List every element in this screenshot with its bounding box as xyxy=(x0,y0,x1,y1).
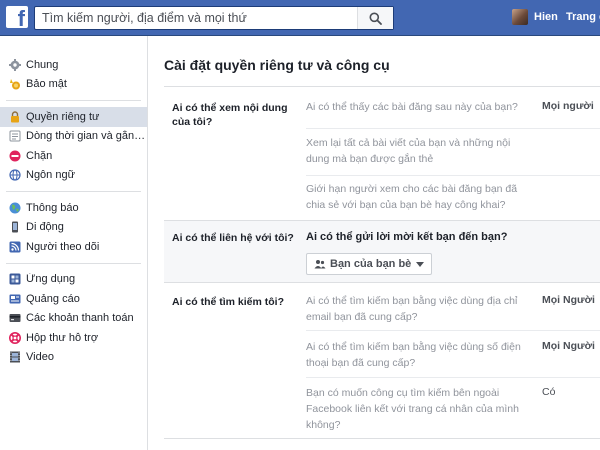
gear-icon xyxy=(9,58,21,71)
sidebar-item-ads[interactable]: Quảng cáo xyxy=(0,289,147,309)
sidebar-item-label: Chặn xyxy=(26,149,53,162)
sidebar-item-label: Ngôn ngữ xyxy=(26,169,75,182)
sidebar-item-label: Video xyxy=(26,351,54,364)
setting-row[interactable]: Giới hạn người xem cho các bài đăng bạn … xyxy=(306,181,600,217)
sidebar-divider xyxy=(6,191,141,192)
sidebar-divider xyxy=(6,262,141,264)
section-who-can-contact: Ai có thể liên hệ với tôi? Ai có thể gửi… xyxy=(164,221,600,283)
lock-icon xyxy=(9,111,21,123)
sidebar-item-label: Các khoản thanh toán xyxy=(26,312,134,325)
setting-question: Ai có thể thấy các bài đăng sau này của … xyxy=(306,101,518,113)
sidebar-item-label: Quảng cáo xyxy=(26,292,80,305)
home-link[interactable]: Trang chủ xyxy=(566,11,600,23)
setting-row[interactable]: Ai có thể tìm kiếm bạn bằng việc dùng đị… xyxy=(306,293,600,329)
sidebar-item-support-inbox[interactable]: Hộp thư hỗ trợ xyxy=(0,328,147,348)
setting-value[interactable]: Mọi Người xyxy=(542,340,595,352)
avatar[interactable] xyxy=(512,9,528,25)
film-icon xyxy=(9,351,21,363)
setting-question: Ai có thể gửi lời mời kết bạn đến bạn? xyxy=(306,231,508,243)
search-input[interactable] xyxy=(35,7,359,29)
setting-question: Xem lại tất cả bài viết của bạn và những… xyxy=(306,137,511,165)
sidebar-item-label: Bảo mật xyxy=(26,78,67,91)
top-bar: f Hien Trang chủ xyxy=(0,0,600,36)
sidebar-item-followers[interactable]: Người theo dõi xyxy=(0,237,147,257)
audience-dropdown[interactable]: Bạn của bạn bè xyxy=(306,253,433,275)
block-icon xyxy=(9,150,21,162)
page-title: Cài đặt quyền riêng tư và công cụ xyxy=(164,57,390,73)
caret-down-icon xyxy=(416,261,425,267)
setting-question: Giới hạn người xem cho các bài đăng bạn … xyxy=(306,183,518,211)
apps-icon xyxy=(9,273,21,285)
setting-value[interactable]: Mọi Người xyxy=(542,294,595,306)
sidebar-item-label: Người theo dõi xyxy=(26,240,100,253)
sidebar-item-label: Thông báo xyxy=(26,201,79,214)
setting-row[interactable]: Ai có thể thấy các bài đăng sau này của … xyxy=(306,99,600,123)
section-who-can-find: Ai có thể tìm kiếm tôi? Ai có thể tìm ki… xyxy=(164,283,600,439)
sidebar-item-label: Ứng dụng xyxy=(26,273,76,286)
sidebar-item-payments[interactable]: Các khoản thanh toán xyxy=(0,309,147,329)
row-divider xyxy=(306,330,600,331)
sidebar-item-label: Di động xyxy=(26,221,64,234)
sidebar-item-general[interactable]: Chung xyxy=(0,55,147,75)
section-label: Ai có thể tìm kiếm tôi? xyxy=(172,296,285,308)
setting-row[interactable]: Xem lại tất cả bài viết của bạn và những… xyxy=(306,135,600,171)
sidebar-item-blocking[interactable]: Chặn xyxy=(0,146,147,166)
section-label: Ai có thể liên hệ với tôi? xyxy=(172,232,294,244)
lifebuoy-icon xyxy=(9,331,21,344)
sidebar-item-label: Hộp thư hỗ trợ xyxy=(26,331,99,344)
earth-icon xyxy=(9,202,21,214)
sidebar-item-apps[interactable]: Ứng dụng xyxy=(0,270,147,290)
setting-question: Ai có thể tìm kiếm bạn bằng việc dùng đị… xyxy=(306,295,518,323)
sidebar-item-notifications[interactable]: Thông báo xyxy=(0,198,147,218)
sidebar-item-label: Chung xyxy=(26,58,59,71)
sidebar-item-mobile[interactable]: Di động xyxy=(0,218,147,238)
sidebar-item-timeline[interactable]: Dòng thời gian và gắn t... xyxy=(0,127,147,147)
globe-icon xyxy=(9,169,21,181)
setting-question: Ai có thể tìm kiếm bạn bằng việc dùng số… xyxy=(306,341,521,369)
sidebar-divider xyxy=(6,100,141,101)
search-box xyxy=(34,6,394,30)
search-button[interactable] xyxy=(357,7,393,29)
sidebar-item-language[interactable]: Ngôn ngữ xyxy=(0,166,147,186)
facebook-logo[interactable]: f xyxy=(6,6,28,30)
row-divider xyxy=(306,377,600,378)
sidebar-item-videos[interactable]: Video xyxy=(0,348,147,368)
friends-icon xyxy=(314,260,326,269)
card-icon xyxy=(9,312,21,324)
sidebar-item-security[interactable]: Bảo mật xyxy=(0,75,147,95)
settings-sidebar: Chung Bảo mật Quyền riêng tư Dòng thời g… xyxy=(0,36,148,450)
ads-icon xyxy=(9,293,21,305)
row-divider xyxy=(306,128,600,129)
setting-row[interactable]: Bạn có muốn công cụ tìm kiếm bên ngoài F… xyxy=(306,385,600,437)
search-icon xyxy=(369,12,382,25)
setting-row[interactable]: Ai có thể tìm kiếm bạn bằng việc dùng số… xyxy=(306,339,600,375)
setting-question: Bạn có muốn công cụ tìm kiếm bên ngoài F… xyxy=(306,387,519,431)
timeline-icon xyxy=(9,130,21,142)
dropdown-label: Bạn của bạn bè xyxy=(330,258,412,270)
sidebar-item-label: Quyền riêng tư xyxy=(26,110,100,123)
rss-icon xyxy=(9,241,21,253)
row-divider xyxy=(306,175,600,176)
mobile-icon xyxy=(9,221,21,233)
section-who-can-see: Ai có thể xem nội dung của tôi? Ai có th… xyxy=(164,87,600,221)
section-label: Ai có thể xem nội dung của tôi? xyxy=(172,102,288,128)
badge-icon xyxy=(9,78,21,90)
sidebar-item-label: Dòng thời gian và gắn t... xyxy=(26,130,147,143)
setting-value[interactable]: Mọi người xyxy=(542,100,594,112)
sidebar-item-privacy[interactable]: Quyền riêng tư xyxy=(0,107,147,127)
profile-link[interactable]: Hien xyxy=(534,11,558,23)
privacy-settings-panel: Cài đặt quyền riêng tư và công cụ Ai có … xyxy=(149,36,600,450)
setting-value[interactable]: Có xyxy=(542,386,555,398)
